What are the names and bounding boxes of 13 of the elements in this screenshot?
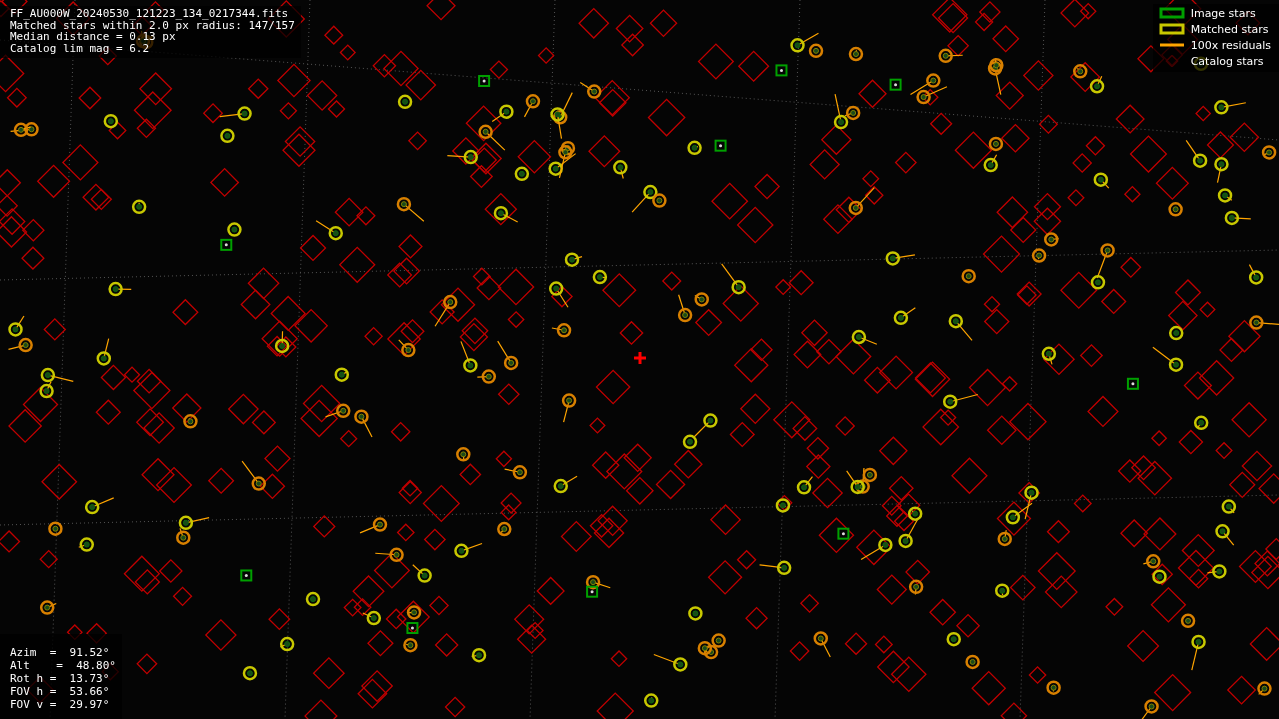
pointing-text: FOV h = 53.66° xyxy=(10,685,111,698)
legend-label: Image stars xyxy=(1190,6,1256,20)
legend-label: Catalog stars xyxy=(1190,54,1264,68)
pointing-text: Rot h = 13.73° xyxy=(10,672,111,685)
pointing-text: Alt = 48.80° xyxy=(10,659,114,672)
pointing-text: Azim = 91.52° xyxy=(10,646,111,659)
info-text: Median distance = 0.13 px xyxy=(10,31,176,43)
legend-label: Matched stars xyxy=(1190,22,1269,36)
legend-label: 100x residuals xyxy=(1190,38,1271,52)
info-text: Catalog lim mag = 6.2 xyxy=(10,42,151,54)
pointing-text: FOV v = 29.97° xyxy=(10,698,111,711)
info-text: Matched stars within 2.0 px radius: 147/157 xyxy=(10,19,295,31)
info-text: FF_AU000W_20240530_121223_134_0217344.fits xyxy=(10,8,290,20)
